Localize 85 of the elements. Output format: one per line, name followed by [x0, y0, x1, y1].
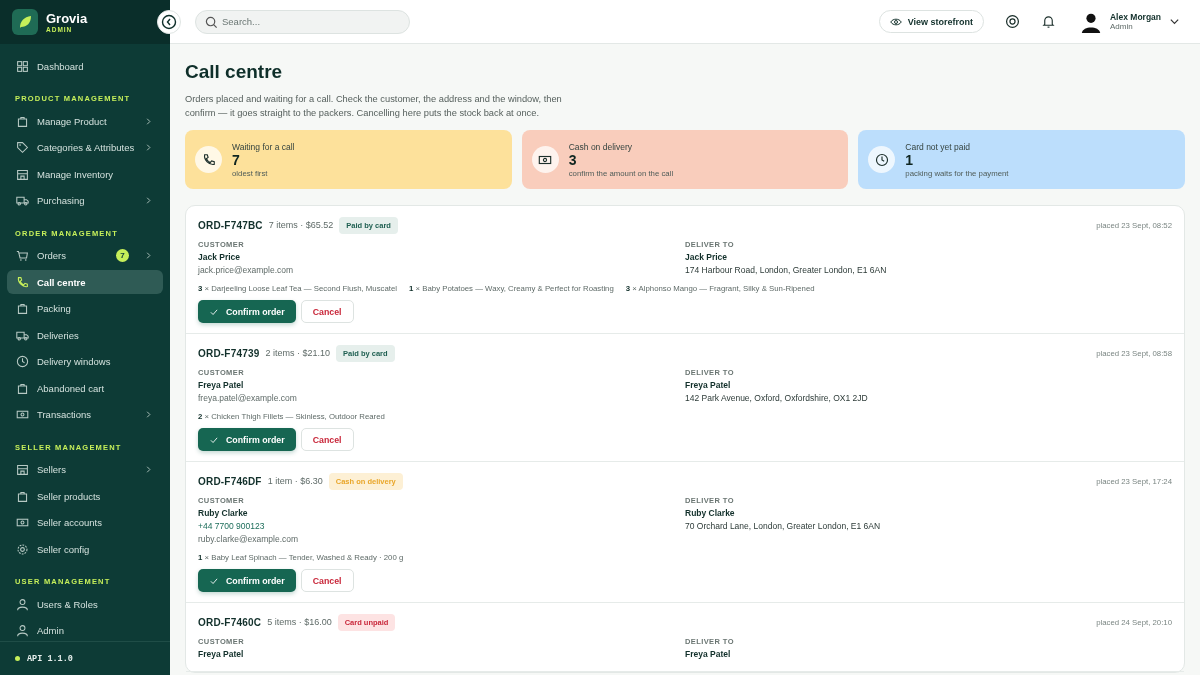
user-role: Admin	[1110, 22, 1134, 31]
store-icon	[16, 167, 29, 181]
status-dot-icon	[15, 656, 20, 661]
page-title: Call centre	[185, 61, 284, 83]
bag-icon	[16, 114, 29, 128]
leaf-logo-icon	[12, 9, 38, 35]
nav-item[interactable]: Orders 7	[7, 243, 163, 268]
recipient-name: Jack Price	[685, 251, 729, 264]
api-version: API 1.1.0	[27, 653, 73, 664]
customer-name: Jack Price	[198, 251, 242, 264]
truck-icon	[16, 194, 29, 207]
nav-item[interactable]: Delivery windows	[7, 349, 163, 374]
brand-name: Grovia	[46, 11, 88, 26]
stat-label: Waiting for a call	[232, 141, 295, 152]
count-badge: 7	[116, 249, 129, 262]
nav-item[interactable]: Seller products	[7, 484, 163, 508]
delivery-address: 174 Harbour Road, London, Greater London, E1 6AN	[685, 264, 888, 277]
order-id: ORD-F74739	[198, 347, 260, 359]
phone-icon	[201, 152, 216, 167]
nav-item[interactable]: Deliveries	[7, 323, 163, 347]
nav-item[interactable]: Seller config	[7, 537, 163, 561]
nav-item[interactable]: Call centre	[7, 270, 163, 294]
stat-value: 1	[905, 151, 915, 169]
store-icon	[16, 463, 29, 476]
order-summary: 5 items · $16.00	[267, 617, 332, 627]
delivery-address: 142 Park Avenue, Oxford, Oxfordshire, OX1 2JD	[685, 392, 869, 405]
cart-icon	[16, 249, 29, 262]
customer-email: ruby.clarke@example.com	[198, 533, 300, 546]
clock-icon	[16, 355, 29, 368]
recipient-name: Ruby Clarke	[685, 507, 736, 520]
cancel-button[interactable]: Cancel	[300, 569, 354, 592]
nav-item[interactable]: Admin	[7, 618, 163, 641]
banknote-icon	[16, 408, 29, 421]
user-name: Alex Morgan	[1110, 12, 1161, 22]
customer-email: jack.price@example.com	[198, 264, 295, 277]
bag-icon	[16, 381, 29, 395]
banknote-icon	[16, 516, 29, 529]
stat-label: Card not yet paid	[905, 141, 972, 152]
customer-name: Freya Patel	[198, 648, 245, 661]
recipient-name: Freya Patel	[685, 379, 732, 392]
nav-item[interactable]: Manage Product	[7, 109, 163, 133]
nav-item[interactable]: Seller accounts	[7, 510, 163, 535]
confirm-order-button[interactable]: Confirm order	[198, 300, 296, 323]
nav-item[interactable]: Sellers	[7, 457, 163, 482]
nav-item[interactable]: Dashboard	[7, 54, 163, 78]
bag-icon	[16, 302, 29, 315]
chevron-down-icon[interactable]	[1169, 16, 1180, 27]
bag-icon	[16, 489, 29, 503]
nav-item[interactable]: Users & Roles	[7, 592, 163, 616]
recipient-name: Freya Patel	[685, 648, 732, 661]
stat-label: Cash on delivery	[568, 141, 633, 152]
view-storefront-button[interactable]: View storefront	[878, 10, 984, 33]
stat-value: 3	[568, 151, 578, 169]
phone-icon	[16, 275, 29, 289]
order-id: ORD-F7460C	[198, 616, 262, 628]
customer-email: freya.patel@example.com	[198, 392, 298, 405]
nav-item[interactable]: Transactions	[7, 402, 163, 427]
order-summary: 2 items · $21.10	[265, 348, 330, 358]
tag-icon	[16, 141, 29, 154]
search-field[interactable]: Search...	[195, 9, 410, 34]
order-id: ORD-F746DF	[198, 475, 262, 487]
customer-name: Ruby Clarke	[198, 507, 249, 520]
grid-icon	[16, 59, 29, 73]
nav-item[interactable]: Purchasing	[7, 188, 163, 213]
collapse-sidebar-button[interactable]	[157, 10, 181, 34]
user-icon	[16, 597, 29, 611]
settings-icon	[16, 542, 29, 556]
cancel-button[interactable]: Cancel	[300, 300, 354, 323]
nav-item[interactable]: Packing	[7, 296, 163, 321]
stat-value: 7	[232, 151, 240, 169]
nav-item[interactable]: Manage Inventory	[7, 162, 163, 186]
confirm-order-button[interactable]: Confirm order	[198, 569, 296, 592]
order-id: ORD-F747BC	[198, 219, 263, 231]
phone-link[interactable]: +44 7700 900123	[198, 520, 685, 533]
order-summary: 7 items · $65.52	[268, 220, 334, 230]
customer-name: Freya Patel	[198, 379, 245, 392]
clock-icon	[874, 152, 889, 167]
confirm-order-button[interactable]: Confirm order	[198, 428, 296, 451]
delivery-address: 70 Orchard Lane, London, Greater London, E1 6AN	[685, 520, 882, 533]
nav-item[interactable]: Abandoned cart	[7, 376, 163, 400]
cancel-button[interactable]: Cancel	[300, 428, 354, 451]
order-summary: 1 item · $6.30	[267, 476, 323, 486]
page-description: Orders placed and waiting for a call. Check the customer, the address and the window, then confirm — it goes straight to the packers. Cancelling here puts the stock back at once.	[185, 93, 563, 120]
nav-item[interactable]: Categories & Attributes	[7, 135, 163, 160]
user-icon	[16, 624, 29, 637]
